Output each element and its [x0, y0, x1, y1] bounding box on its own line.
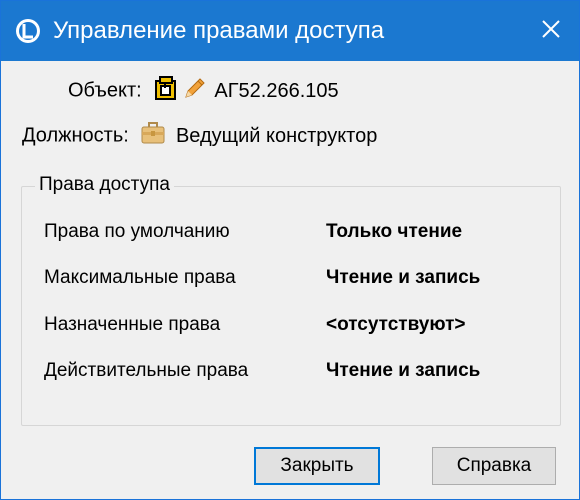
effective-rights-label: Действительные права [44, 360, 249, 381]
default-rights-label: Права по умолчанию [44, 221, 230, 242]
access-rights-dialog: Управление правами доступа Объект: АГ52.… [0, 0, 580, 500]
position-value: Ведущий конструктор [175, 124, 378, 147]
app-logo-icon [15, 18, 41, 44]
max-rights-value: Чтение и запись [326, 267, 481, 288]
close-button[interactable]: Закрыть [254, 447, 380, 485]
pencil-icon [183, 76, 207, 106]
default-rights-value: Только чтение [326, 221, 463, 242]
object-value: АГ52.266.105 [214, 79, 339, 102]
assigned-rights-value: <отсутствуют> [326, 314, 466, 335]
object-label: Объект: [68, 79, 142, 102]
close-icon [541, 19, 561, 44]
help-button[interactable]: Справка [432, 447, 556, 485]
assigned-rights-label: Назначенные права [44, 314, 221, 335]
document-package-icon [153, 75, 179, 107]
window-title: Управление правами доступа [53, 17, 385, 44]
position-label: Должность: [22, 124, 129, 147]
close-window-button[interactable] [523, 1, 579, 61]
briefcase-icon [140, 121, 166, 151]
title-bar[interactable]: Управление правами доступа [1, 1, 579, 61]
object-row: Объект: АГ52.266.105 [68, 75, 339, 107]
effective-rights-value: Чтение и запись [326, 360, 481, 381]
max-rights-label: Максимальные права [44, 267, 236, 288]
position-row: Должность: Ведущий конструктор [22, 121, 377, 151]
access-rights-legend: Права доступа [35, 174, 174, 196]
